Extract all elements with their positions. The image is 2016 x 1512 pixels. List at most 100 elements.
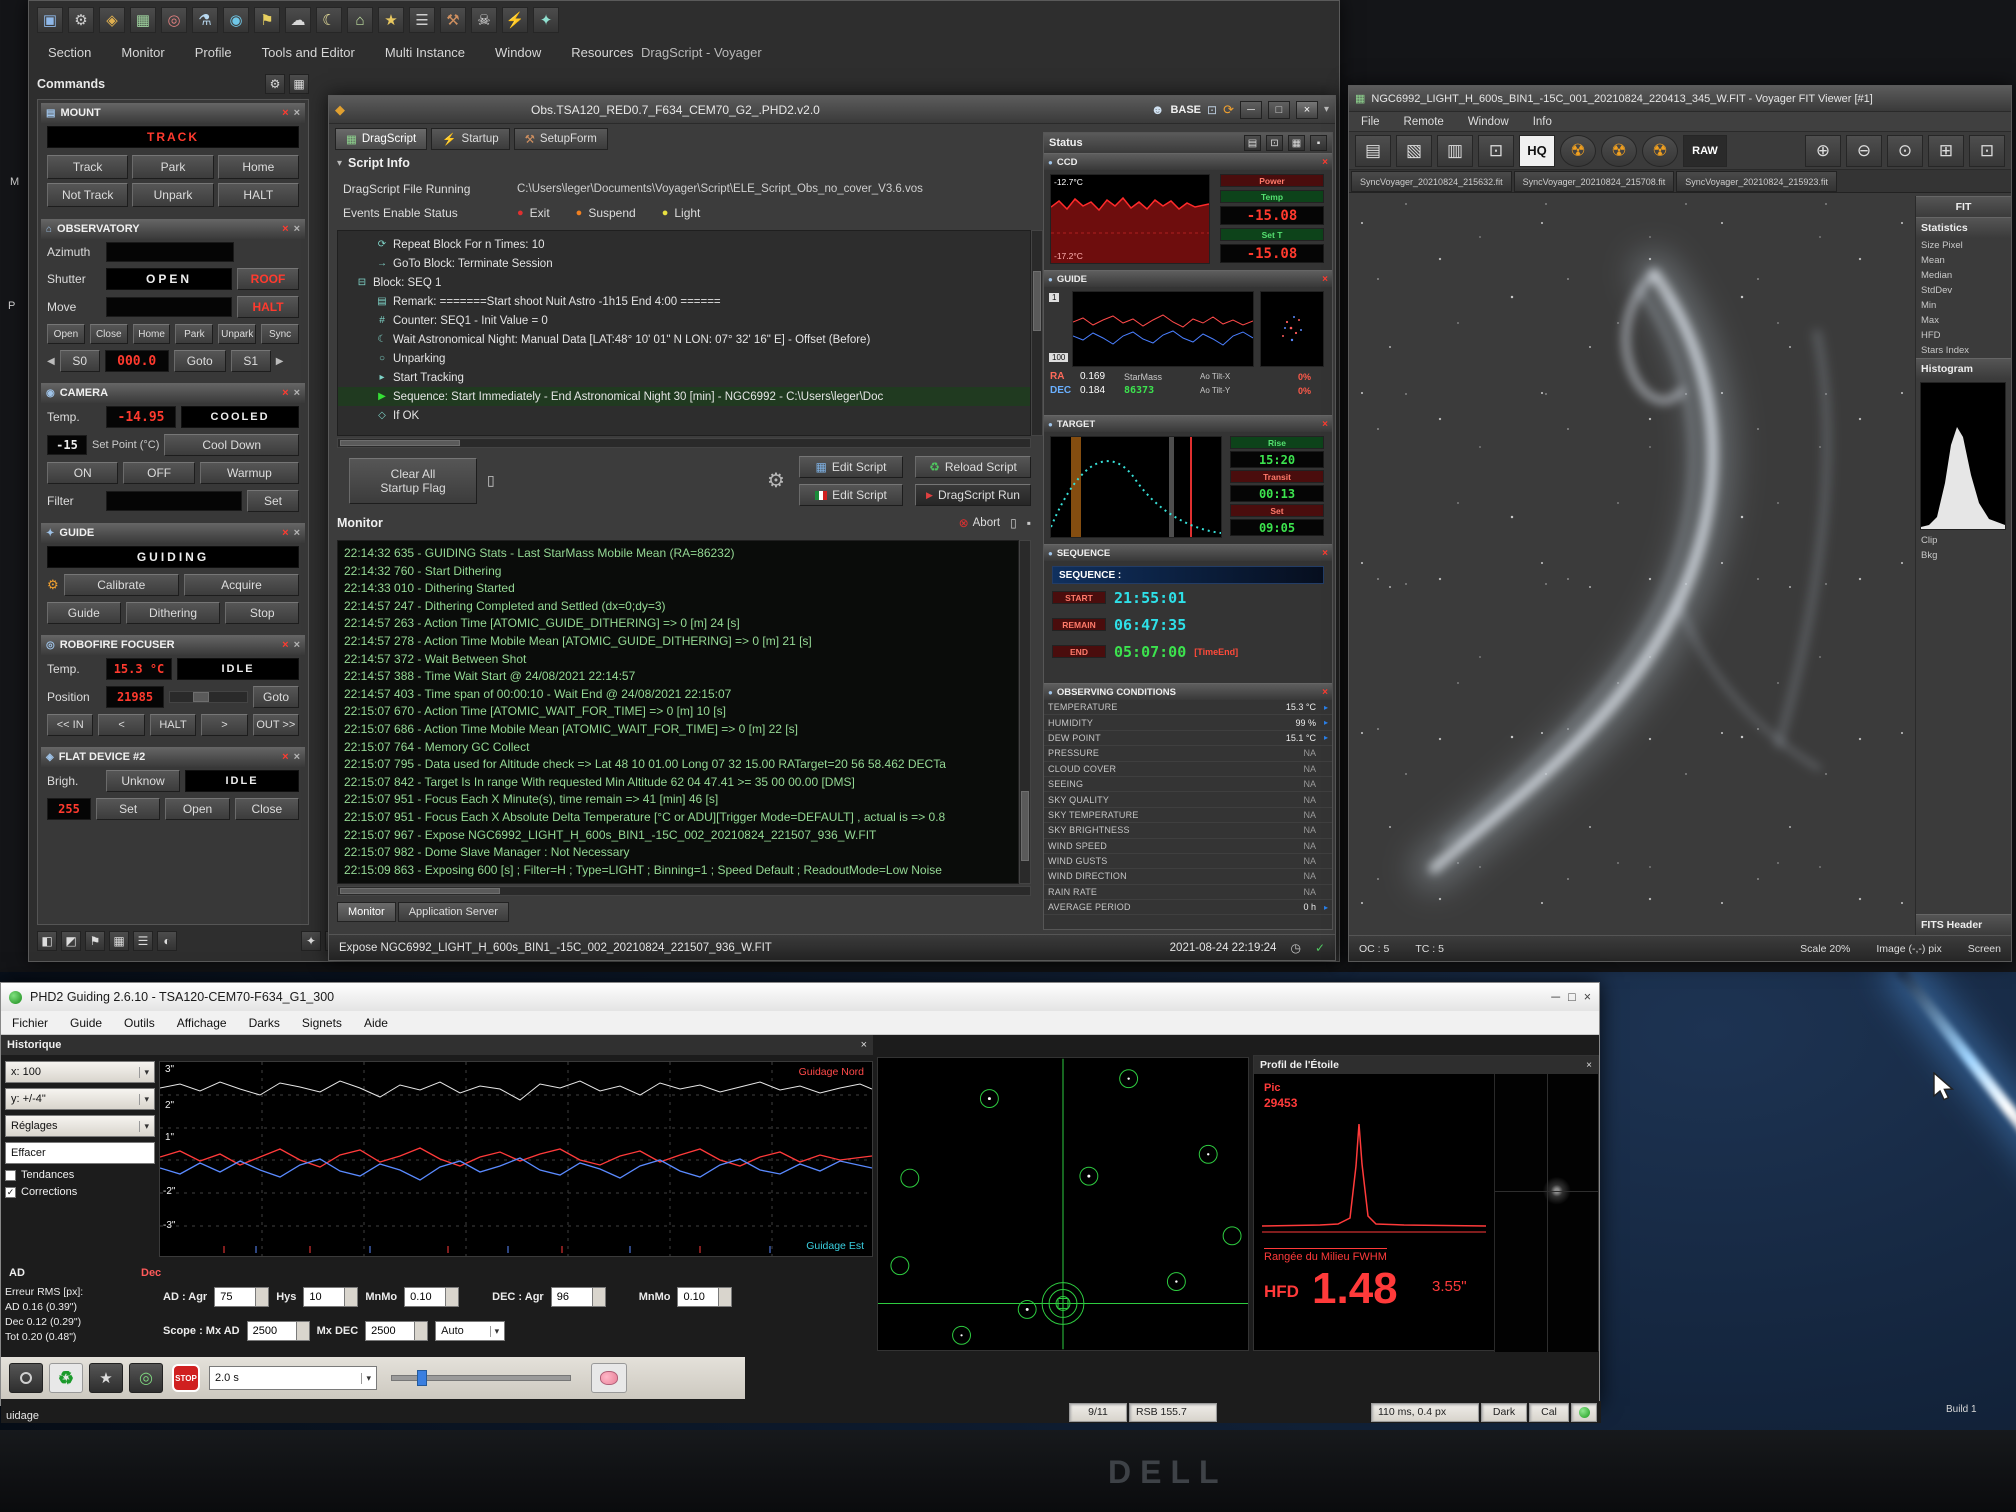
observatory-link-button[interactable]: Open (47, 324, 85, 344)
azimuth-field[interactable] (106, 242, 234, 262)
voyager-toolbar-icon[interactable]: ▣ (37, 7, 63, 33)
bottom-icon-4[interactable]: ▦ (109, 931, 129, 951)
monitor-trash-icon[interactable]: ▯ (1010, 516, 1017, 530)
focuser-close-icon[interactable]: × (282, 639, 288, 651)
zoom-in-icon[interactable]: ⊕ (1805, 135, 1841, 167)
monitor-icon[interactable]: ⊡ (1207, 103, 1217, 117)
phd2-titlebar[interactable]: PHD2 Guiding 2.6.10 - TSA120-CEM70-F634_… (1, 983, 1599, 1011)
tab-monitor[interactable]: Monitor (337, 902, 396, 922)
conditions-close-icon[interactable]: × (1322, 687, 1328, 698)
camera-on-button[interactable]: ON (47, 462, 118, 484)
fit-sidebar-fits-header[interactable]: FITS Header (1916, 914, 2011, 935)
flat-close-button[interactable]: Close (235, 798, 299, 820)
status-icon-2[interactable]: ⊡ (1266, 135, 1283, 151)
monitor-pin-icon[interactable]: ▪ (1027, 516, 1031, 530)
voyager-menu-item[interactable]: Section (33, 41, 106, 64)
log-vscrollbar[interactable] (1019, 540, 1031, 884)
voyager-menu-item[interactable]: Tools and Editor (247, 41, 370, 64)
tree-item[interactable]: ▤Remark: =======Start shoot Nuit Astro -… (338, 292, 1030, 311)
fit-rad-icon-1[interactable]: ☢ (1560, 135, 1596, 167)
mount-button[interactable]: Not Track (47, 183, 128, 207)
ccd-close-icon[interactable]: × (1322, 157, 1328, 168)
phd2-menu-item[interactable]: Darks (238, 1013, 291, 1033)
roof-button[interactable]: ROOF (237, 268, 299, 290)
bottom-icon-7[interactable]: ✦ (301, 931, 321, 951)
tendances-checkbox[interactable]: Tendances (5, 1169, 155, 1181)
brigh-value-button[interactable]: Unknow (106, 770, 180, 792)
fit-menu-item[interactable]: File (1349, 114, 1392, 130)
scroll-left-icon[interactable]: ◀ (47, 356, 55, 367)
tree-item[interactable]: ⟳Repeat Block For n Times: 10 (338, 235, 1030, 254)
position-slider[interactable] (169, 691, 248, 703)
fit-hq-badge[interactable]: HQ (1519, 135, 1555, 167)
fit-clip-label[interactable]: Clip (1916, 533, 2011, 548)
guide-star-panel[interactable] (877, 1057, 1249, 1351)
target-close-icon[interactable]: × (1322, 419, 1328, 430)
mnmo1-spinner[interactable]: 0.10 (404, 1287, 459, 1307)
fit-screen-icon[interactable]: ⊡ (1969, 135, 2005, 167)
base-profile-label[interactable]: BASE (1170, 104, 1201, 116)
fit-tab[interactable]: SyncVoyager_20210824_215923.fit (1676, 171, 1837, 192)
trash-icon[interactable]: ▯ (487, 472, 495, 489)
xscale-dropdown[interactable]: x: 100▾ (5, 1061, 155, 1083)
tab-dragscript[interactable]: ▦DragScript (335, 128, 427, 150)
bottom-icon-6[interactable]: ◐ (157, 931, 177, 951)
guide-stop-button[interactable]: Stop (225, 602, 299, 624)
filter-dropdown[interactable] (106, 491, 242, 511)
profile-close-icon[interactable]: × (1586, 1060, 1592, 1071)
phd2-menu-item[interactable]: Affichage (166, 1013, 238, 1033)
dec-mode-dropdown[interactable]: Auto▾ (435, 1321, 505, 1341)
flat-value[interactable]: 255 (47, 798, 91, 820)
mount-button[interactable]: Park (132, 155, 213, 179)
phd2-close-button[interactable]: × (1584, 990, 1591, 1004)
fit-list-icon[interactable]: ▥ (1437, 135, 1473, 167)
setpoint-field[interactable]: -15 (47, 435, 87, 455)
phd2-maximize-button[interactable]: □ (1568, 990, 1576, 1004)
voyager-toolbar-icon[interactable]: ⚒ (440, 7, 466, 33)
tree-hscrollbar[interactable] (337, 438, 1031, 448)
guide-close-icon[interactable]: × (282, 527, 288, 539)
log-hscrollbar[interactable] (337, 886, 1031, 896)
yscale-dropdown[interactable]: y: +/-4"▾ (5, 1088, 155, 1110)
voyager-toolbar-icon[interactable]: ◎ (161, 7, 187, 33)
tab-startup[interactable]: ⚡Startup (431, 128, 509, 150)
mxdec-spinner[interactable]: 2500 (365, 1321, 428, 1341)
calibrate-button[interactable]: Calibrate (64, 574, 179, 596)
voyager-toolbar-icon[interactable]: ☰ (409, 7, 435, 33)
tab-setupform[interactable]: ⚒SetupForm (514, 128, 608, 150)
camera-close-icon[interactable]: × (282, 387, 288, 399)
voyager-toolbar-icon[interactable]: ★ (378, 7, 404, 33)
tree-item[interactable]: ⊟Block: SEQ 1 (338, 273, 1030, 292)
observatory-pin-icon[interactable]: × (294, 223, 300, 235)
voyager-toolbar-icon[interactable]: ⚡ (502, 7, 528, 33)
camera-button[interactable] (9, 1363, 43, 1393)
fit-bkg-label[interactable]: Bkg (1916, 548, 2011, 563)
flat-open-button[interactable]: Open (165, 798, 229, 820)
acquire-button[interactable]: Acquire (184, 574, 299, 596)
zoom-100-icon[interactable]: ⊞ (1928, 135, 1964, 167)
fit-rad-icon-2[interactable]: ☢ (1601, 135, 1637, 167)
mxad-spinner[interactable]: 2500 (247, 1321, 310, 1341)
mount-close-icon[interactable]: × (282, 107, 288, 119)
chevron-down-icon[interactable]: ▾ (1324, 104, 1329, 115)
mount-button[interactable]: Unpark (132, 183, 213, 207)
voyager-menu-item[interactable]: Monitor (106, 41, 179, 64)
bottom-icon-5[interactable]: ☰ (133, 931, 153, 951)
dragscript-maximize-button[interactable]: □ (1268, 101, 1290, 119)
voyager-toolbar-icon[interactable]: ◈ (99, 7, 125, 33)
history-close-icon[interactable]: × (861, 1039, 867, 1051)
camera-off-button[interactable]: OFF (123, 462, 194, 484)
mount-button[interactable]: Track (47, 155, 128, 179)
mnmo2-spinner[interactable]: 0.10 (677, 1287, 732, 1307)
tab-application-server[interactable]: Application Server (398, 902, 509, 922)
brain-button[interactable] (591, 1363, 627, 1393)
edit-script-it-button[interactable]: Edit Script (799, 484, 903, 506)
phd2-menu-item[interactable]: Fichier (1, 1013, 59, 1033)
fit-image-nebula[interactable] (1349, 196, 1915, 935)
fit-sidebar-fit[interactable]: FIT (1916, 196, 2011, 217)
status-icon-4[interactable]: ▪ (1310, 135, 1327, 151)
phd2-menu-item[interactable]: Signets (291, 1013, 353, 1033)
focuser-pin-icon[interactable]: × (294, 639, 300, 651)
corrections-checkbox[interactable]: ✓Corrections (5, 1186, 155, 1198)
reglages-dropdown[interactable]: Réglages▾ (5, 1115, 155, 1137)
